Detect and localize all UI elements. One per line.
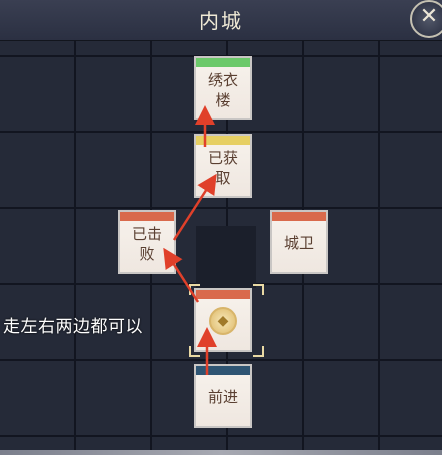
arrow xyxy=(163,247,200,303)
annotation-text: 走左右两边都可以 xyxy=(3,317,143,337)
bottom-bar xyxy=(0,450,442,455)
path-arrows xyxy=(163,105,217,375)
arrow xyxy=(172,173,217,241)
